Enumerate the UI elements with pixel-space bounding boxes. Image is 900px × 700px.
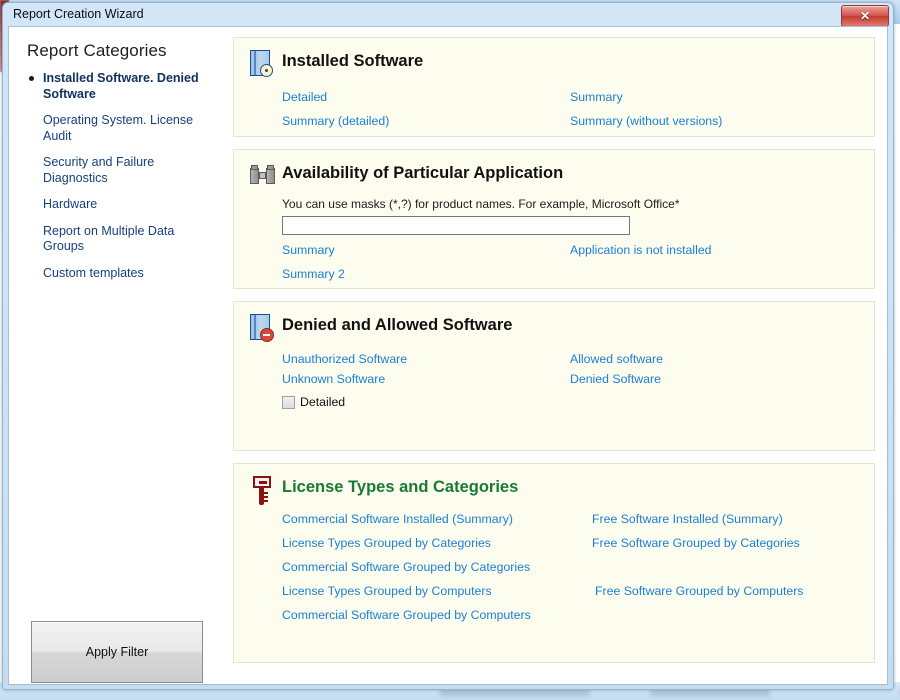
link-free-software-grouped-by-categories[interactable]: Free Software Grouped by Categories	[592, 531, 860, 555]
detailed-checkbox-row[interactable]: Detailed	[282, 395, 570, 409]
link-free-software-installed-summary[interactable]: Free Software Installed (Summary)	[592, 507, 860, 531]
panel-body: Unauthorized Software Unknown Software D…	[282, 349, 860, 409]
link-column-left: Detailed Summary (detailed)	[282, 85, 570, 133]
panel-header: Availability of Particular Application	[248, 160, 860, 193]
link-column-right: Free Software Installed (Summary) Free S…	[592, 507, 860, 627]
panel-header: Denied and Allowed Software	[248, 312, 860, 345]
link-spacer	[592, 555, 860, 579]
sidebar-item-label: Report on Multiple Data Groups	[43, 223, 175, 254]
sidebar-item-custom-templates[interactable]: Custom templates	[23, 266, 213, 282]
sidebar-item-installed-software-denied-software[interactable]: Installed Software. Denied Software	[23, 71, 213, 102]
link-column-left: Summary Summary 2	[282, 238, 570, 286]
panel-installed-software: Installed Software Detailed Summary (det…	[233, 37, 875, 137]
link-license-types-grouped-by-categories[interactable]: License Types Grouped by Categories	[282, 531, 592, 555]
panel-title: License Types and Categories	[282, 478, 519, 496]
link-allowed-software[interactable]: Allowed software	[570, 349, 860, 369]
link-commercial-software-grouped-by-categories[interactable]: Commercial Software Grouped by Categorie…	[282, 555, 592, 579]
product-name-input[interactable]	[282, 216, 630, 235]
detailed-checkbox-label: Detailed	[300, 395, 346, 409]
link-summary-detailed[interactable]: Summary (detailed)	[282, 109, 570, 133]
link-column-left: Unauthorized Software Unknown Software D…	[282, 349, 570, 409]
sidebar: Report Categories Installed Software. De…	[9, 27, 221, 684]
window-disc-icon	[248, 49, 282, 81]
sidebar-item-security-and-failure-diagnostics[interactable]: Security and Failure Diagnostics	[23, 155, 213, 186]
panel-header: License Types and Categories	[248, 474, 860, 507]
panel-header: Installed Software	[248, 48, 860, 81]
panel-body: Commercial Software Installed (Summary) …	[282, 507, 860, 627]
report-panels-container: Installed Software Detailed Summary (det…	[221, 27, 887, 684]
window-title: Report Creation Wizard	[13, 7, 144, 21]
link-summary-2[interactable]: Summary 2	[282, 262, 570, 286]
sidebar-item-report-on-multiple-data-groups[interactable]: Report on Multiple Data Groups	[23, 224, 213, 255]
link-application-is-not-installed[interactable]: Application is not installed	[570, 238, 860, 262]
panel-body: Detailed Summary (detailed) Summary Summ…	[282, 85, 860, 133]
link-column-right: Summary Summary (without versions)	[570, 85, 860, 133]
report-creation-wizard-window: Report Creation Wizard ✕ Report Categori…	[2, 2, 894, 690]
panel-body: You can use masks (*,?) for product name…	[282, 197, 860, 286]
sidebar-category-list: Installed Software. Denied Software Oper…	[23, 71, 213, 292]
sidebar-item-label: Installed Software. Denied Software	[43, 71, 199, 101]
link-detailed[interactable]: Detailed	[282, 85, 570, 109]
apply-filter-button[interactable]: Apply Filter	[31, 621, 203, 683]
link-summary[interactable]: Summary	[282, 238, 570, 262]
key-icon	[248, 475, 282, 507]
panel-title: Availability of Particular Application	[282, 164, 564, 182]
mask-hint-text: You can use masks (*,?) for product name…	[282, 197, 680, 211]
apply-filter-label: Apply Filter	[85, 645, 149, 659]
sidebar-item-hardware[interactable]: Hardware	[23, 197, 213, 213]
link-summary[interactable]: Summary	[570, 85, 860, 109]
link-free-software-grouped-by-computers[interactable]: Free Software Grouped by Computers	[592, 579, 860, 603]
link-denied-software[interactable]: Denied Software	[570, 369, 860, 389]
panel-title: Installed Software	[282, 52, 424, 70]
panel-denied-and-allowed-software: Denied and Allowed Software Unauthorized…	[233, 301, 875, 451]
window-client-area: Report Categories Installed Software. De…	[8, 26, 888, 685]
link-unauthorized-software[interactable]: Unauthorized Software	[282, 349, 570, 369]
close-button[interactable]: ✕	[841, 5, 889, 27]
panel-license-types-and-categories: License Types and Categories Commercial …	[233, 463, 875, 663]
binoculars-icon	[248, 161, 282, 193]
link-commercial-software-grouped-by-computers[interactable]: Commercial Software Grouped by Computers	[282, 603, 592, 627]
sidebar-item-label: Operating System. License Audit	[43, 113, 194, 143]
panel-title: Denied and Allowed Software	[282, 316, 513, 334]
link-column-right: Allowed software Denied Software	[570, 349, 860, 409]
bullet-icon	[29, 76, 34, 81]
link-unknown-software[interactable]: Unknown Software	[282, 369, 570, 389]
close-icon: ✕	[859, 9, 871, 23]
sidebar-item-label: Security and Failure Diagnostics	[43, 155, 155, 185]
window-denied-icon	[248, 313, 282, 345]
panel-availability-of-particular-application: Availability of Particular Application Y…	[233, 149, 875, 289]
sidebar-title: Report Categories	[27, 41, 167, 60]
link-commercial-software-installed-summary[interactable]: Commercial Software Installed (Summary)	[282, 507, 592, 531]
sidebar-item-label: Custom templates	[43, 265, 144, 280]
detailed-checkbox[interactable]	[282, 395, 295, 409]
link-column-left: Commercial Software Installed (Summary) …	[282, 507, 592, 627]
sidebar-item-label: Hardware	[43, 197, 98, 211]
link-license-types-grouped-by-computers[interactable]: License Types Grouped by Computers	[282, 579, 592, 603]
sidebar-item-operating-system-license-audit[interactable]: Operating System. License Audit	[23, 113, 213, 144]
link-column-right: Application is not installed	[570, 238, 860, 286]
link-summary-without-versions[interactable]: Summary (without versions)	[570, 109, 860, 133]
